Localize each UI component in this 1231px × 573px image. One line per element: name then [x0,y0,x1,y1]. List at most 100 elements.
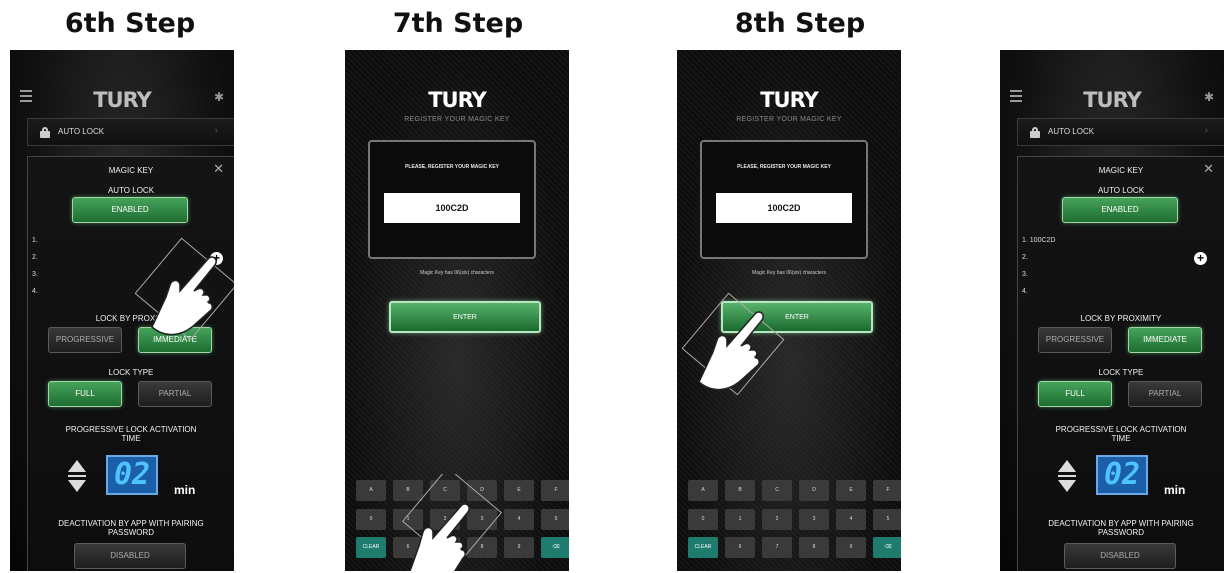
key-length-hint: Magic Key has 06(six) characters [752,270,826,276]
key-3[interactable]: 3 [799,509,829,530]
pointing-hand-icon [134,237,234,341]
key-length-hint: Magic Key has 06(six) characters [420,270,494,276]
lock-icon [40,127,50,138]
key-clear[interactable]: CLEAR [356,537,386,558]
app-logo: TURY [428,88,487,112]
partial-button[interactable]: PARTIAL [1128,381,1202,407]
key-e[interactable]: E [836,480,866,501]
key-b[interactable]: B [725,480,755,501]
deactivation-label: DEACTIVATION BY APP WITH PAIRING [1048,519,1194,528]
step-title-8: 8th Step [734,8,866,39]
autolock-row[interactable]: AUTO LOCK › [27,118,234,146]
activation-time-label: PROGRESSIVE LOCK ACTIVATION [65,425,197,434]
register-prompt: PLEASE, REGISTER YOUR MAGIC KEY [737,164,831,170]
activation-time-label-2: TIME [1111,434,1131,443]
auto-lock-label: AUTO LOCK [107,186,155,195]
deactivation-label-2: PASSWORD [1097,528,1145,537]
key-d[interactable]: D [799,480,829,501]
key-e[interactable]: E [504,480,534,501]
key-slot-3: 3. [32,271,38,278]
time-display: 02 [1096,455,1148,495]
magic-key-input[interactable]: 100C2D [716,193,852,223]
phone-step-7: TURY REGISTER YOUR MAGIC KEY PLEASE, REG… [345,50,569,571]
key-5[interactable]: 5 [541,509,569,530]
key-4[interactable]: 4 [836,509,866,530]
bluetooth-icon[interactable]: ✱ [214,90,224,104]
key-9[interactable]: 9 [504,537,534,558]
auto-lock-label: AUTO LOCK [1097,186,1145,195]
chevron-right-icon: › [1204,125,1208,136]
enabled-button[interactable]: ENABLED [72,197,188,223]
app-logo: TURY [760,88,819,112]
key-f[interactable]: F [873,480,901,501]
pointing-hand-icon [401,474,503,571]
tutorial-stage: 6th Step 7th Step 8th Step TURY ✱ AUTO L… [0,0,1231,573]
phone-step-6: TURY ✱ AUTO LOCK › ✕ MAGIC KEY AUTO LOCK… [10,50,234,571]
full-button[interactable]: FULL [1038,381,1112,407]
key-a[interactable]: A [356,480,386,501]
time-unit: min [1164,483,1186,497]
chevron-right-icon: › [214,125,218,136]
key-5[interactable]: 5 [873,509,901,530]
register-box: PLEASE, REGISTER YOUR MAGIC KEY 100C2D [700,140,868,259]
key-slot-1: 1. [32,237,38,244]
key-f[interactable]: F [541,480,569,501]
app-logo: TURY [1083,88,1142,112]
progressive-button[interactable]: PROGRESSIVE [48,327,122,353]
panel-title: MAGIC KEY [1098,166,1144,175]
magic-key-input[interactable]: 100C2D [384,193,520,223]
bluetooth-icon[interactable]: ✱ [1204,90,1214,104]
key-1[interactable]: 1 [725,509,755,530]
phone-step-8: TURY REGISTER YOUR MAGIC KEY PLEASE, REG… [677,50,901,571]
lock-icon [1030,127,1040,138]
lock-type-label: LOCK TYPE [1098,368,1144,377]
progressive-button[interactable]: PROGRESSIVE [1038,327,1112,353]
panel-title: MAGIC KEY [108,166,154,175]
magic-key-panel: ✕ MAGIC KEY AUTO LOCK ENABLED 1. 100C2D … [1017,156,1224,571]
app-topbar: TURY [677,88,901,112]
key-7[interactable]: 7 [762,537,792,558]
add-key-icon[interactable]: + [1194,252,1207,265]
key-slot-3: 3. [1022,271,1028,278]
key-slot-2: 2. [1022,254,1028,261]
key-9[interactable]: 9 [836,537,866,558]
register-subtitle: REGISTER YOUR MAGIC KEY [736,116,842,123]
autolock-row[interactable]: AUTO LOCK › [1017,118,1224,146]
activation-time-label: PROGRESSIVE LOCK ACTIVATION [1055,425,1187,434]
backspace-icon[interactable]: ⌫ [873,537,901,558]
register-subtitle: REGISTER YOUR MAGIC KEY [404,116,510,123]
key-slot-1: 1. 100C2D [1022,237,1056,244]
time-stepper-arrows[interactable] [68,460,86,492]
key-0[interactable]: 0 [356,509,386,530]
enabled-button[interactable]: ENABLED [1062,197,1178,223]
time-stepper-arrows[interactable] [1058,460,1076,492]
register-box: PLEASE, REGISTER YOUR MAGIC KEY 100C2D [368,140,536,259]
phone-final: TURY ✱ AUTO LOCK › ✕ MAGIC KEY AUTO LOCK… [1000,50,1224,571]
key-clear[interactable]: CLEAR [688,537,718,558]
key-8[interactable]: 8 [799,537,829,558]
app-topbar: TURY [345,88,569,112]
disabled-button[interactable]: DISABLED [1064,543,1176,569]
backspace-icon[interactable]: ⌫ [541,537,569,558]
step-title-6: 6th Step [64,8,196,39]
key-6[interactable]: 6 [725,537,755,558]
key-0[interactable]: 0 [688,509,718,530]
autolock-label: AUTO LOCK [58,127,105,136]
key-a[interactable]: A [688,480,718,501]
key-c[interactable]: C [762,480,792,501]
enter-button[interactable]: ENTER [389,301,541,333]
full-button[interactable]: FULL [48,381,122,407]
time-display: 02 [106,455,158,495]
magic-key-panel: ✕ MAGIC KEY AUTO LOCK ENABLED 1. 2. 3. 4… [27,156,234,571]
key-2[interactable]: 2 [762,509,792,530]
pointing-hand-icon [681,292,785,396]
disabled-button[interactable]: DISABLED [74,543,186,569]
key-slot-4: 4. [32,288,38,295]
app-logo: TURY [93,88,152,112]
app-topbar: TURY ✱ [10,88,234,112]
key-slot-2: 2. [32,254,38,261]
register-prompt: PLEASE, REGISTER YOUR MAGIC KEY [405,164,499,170]
key-4[interactable]: 4 [504,509,534,530]
partial-button[interactable]: PARTIAL [138,381,212,407]
immediate-button[interactable]: IMMEDIATE [1128,327,1202,353]
